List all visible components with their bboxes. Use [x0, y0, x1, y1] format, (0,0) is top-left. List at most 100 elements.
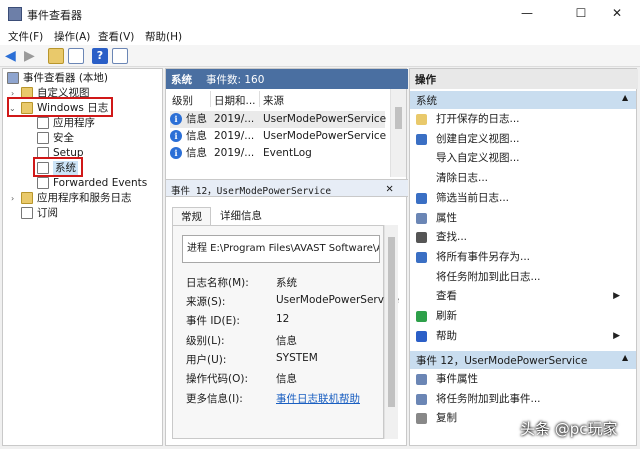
highlight-box-windows-logs — [7, 97, 113, 117]
action-item[interactable]: 打开保存的日志... — [410, 110, 636, 130]
action-label: 复制 — [436, 412, 457, 425]
panel-icon[interactable] — [68, 48, 84, 64]
tree-item-security[interactable]: 安全 — [3, 131, 161, 146]
action-item[interactable]: 将所有事件另存为... — [410, 248, 636, 268]
action-label: 刷新 — [436, 310, 457, 322]
field-value-opcode: 信息 — [276, 373, 297, 385]
close-icon[interactable]: ✕ — [386, 181, 393, 195]
field-value-log-name: 系统 — [276, 277, 297, 289]
action-item[interactable]: 将任务附加到此事件... — [410, 390, 636, 410]
column-header-source[interactable]: 来源 — [263, 93, 284, 108]
tree-label-security: 安全 — [53, 132, 74, 144]
actions-section-event[interactable]: 事件 12，UserModePowerService ▲ — [410, 351, 636, 369]
minimize-button[interactable]: — — [504, 0, 550, 27]
event-log-online-help-link[interactable]: 事件日志联机帮助 — [276, 391, 360, 406]
event-source: EventLog — [263, 147, 312, 159]
menu-file[interactable]: 文件(F) — [8, 29, 43, 44]
save-icon — [416, 251, 427, 263]
column-header-date[interactable]: 日期和... — [214, 93, 256, 108]
forward-arrow-icon[interactable]: ▶ — [24, 49, 38, 63]
event-date: 2019/... — [214, 130, 255, 142]
properties-icon — [416, 374, 427, 385]
tab-details[interactable]: 详细信息 — [212, 207, 270, 225]
tree-item-root[interactable]: 事件查看器 (本地) — [3, 71, 161, 86]
task-icon — [416, 393, 427, 405]
column-divider — [210, 91, 211, 107]
action-item[interactable]: 筛选当前日志... — [410, 189, 636, 209]
folder-icon[interactable] — [48, 48, 64, 64]
action-item[interactable]: 将任务附加到此日志... — [410, 268, 636, 288]
event-viewer-app-icon — [8, 7, 22, 21]
tree-item-forwarded-events[interactable]: Forwarded Events — [3, 176, 161, 191]
menu-action[interactable]: 操作(A) — [54, 29, 90, 44]
event-list-scrollbar[interactable] — [390, 89, 406, 177]
field-label-event-id: 事件 ID(E): — [186, 315, 240, 327]
find-icon — [416, 232, 427, 244]
action-item[interactable]: 刷新 — [410, 307, 636, 327]
action-item[interactable]: 导入自定义视图... — [410, 149, 636, 169]
info-icon: i — [170, 130, 182, 142]
action-label: 事件属性 — [436, 373, 478, 385]
field-label-level: 级别(L): — [186, 335, 225, 347]
action-item[interactable]: 创建自定义视图... — [410, 130, 636, 150]
event-level: 信息 — [186, 130, 207, 142]
expand-arrow-icon[interactable]: › — [11, 191, 19, 206]
help-icon[interactable]: ? — [92, 48, 108, 64]
tree-item-apps-services[interactable]: › 应用程序和服务日志 — [3, 191, 161, 206]
log-icon — [37, 132, 49, 144]
event-detail-title: 事件 12，UserModePowerService — [171, 186, 332, 197]
window-title: 事件查看器 — [27, 9, 82, 22]
event-row[interactable]: i 信息 2019/... UserModePowerService — [170, 128, 386, 145]
action-label: 将任务附加到此日志... — [436, 270, 541, 283]
scrollbar-thumb[interactable] — [395, 107, 402, 129]
tree-label-forwarded-events: Forwarded Events — [53, 177, 148, 189]
show-pane-icon[interactable] — [112, 48, 128, 64]
filter-icon — [416, 192, 427, 204]
close-button[interactable]: ✕ — [594, 0, 640, 27]
tab-general[interactable]: 常规 — [172, 207, 211, 225]
menu-help[interactable]: 帮助(H) — [145, 29, 182, 44]
tree-item-subscriptions[interactable]: 订阅 — [3, 206, 161, 221]
action-item[interactable]: 属性 — [410, 209, 636, 229]
scrollbar-thumb[interactable] — [388, 237, 395, 407]
field-value-source: UserModePowerService — [276, 294, 400, 306]
subscription-icon — [21, 207, 33, 219]
action-label: 属性 — [436, 211, 457, 224]
action-item[interactable]: 查看 ▶ — [410, 287, 636, 307]
action-item[interactable]: 事件属性 — [410, 370, 636, 390]
back-arrow-icon[interactable]: ◀ — [5, 49, 19, 63]
action-label: 帮助 — [436, 329, 457, 342]
filter-icon — [416, 133, 427, 145]
actions-section-label: 事件 12，UserModePowerService — [416, 355, 588, 367]
column-header-level[interactable]: 级别 — [172, 93, 193, 108]
collapse-arrow-icon[interactable]: ▲ — [622, 353, 628, 362]
event-source: UserModePowerService — [263, 113, 387, 125]
action-label: 将任务附加到此事件... — [436, 392, 541, 405]
tree-item-application[interactable]: 应用程序 — [3, 116, 161, 131]
field-label-user: 用户(U): — [186, 354, 227, 366]
navigation-tree: 事件查看器 (本地) › 自定义视图 ⌄ Windows 日志 应用程序 安全 … — [2, 68, 163, 446]
event-row[interactable]: i 信息 2019/... EventLog — [170, 145, 385, 162]
collapse-arrow-icon[interactable]: ▲ — [622, 93, 628, 102]
watermark: 头条 @pc玩家 — [520, 420, 618, 438]
action-label: 导入自定义视图... — [436, 152, 520, 165]
event-date: 2019/... — [214, 147, 255, 159]
log-header: 系统 事件数: 160 — [166, 69, 408, 89]
actions-section-system[interactable]: 系统 ▲ — [410, 91, 636, 109]
copy-icon — [416, 413, 427, 425]
menu-view[interactable]: 查看(V) — [98, 29, 134, 44]
log-name: 系统 — [171, 74, 192, 86]
submenu-arrow-icon: ▶ — [613, 291, 620, 302]
action-item[interactable]: 查找... — [410, 228, 636, 248]
info-icon: i — [170, 147, 182, 159]
event-description[interactable]: 进程 E:\Program Files\AVAST Software\A — [182, 235, 380, 263]
detail-scrollbar[interactable] — [384, 225, 398, 439]
action-item[interactable]: 帮助 ▶ — [410, 327, 636, 347]
properties-icon — [416, 212, 427, 224]
action-label: 查看 — [436, 290, 457, 303]
event-row[interactable]: i 信息 2019/... UserModePowerService — [170, 111, 387, 128]
action-label: 清除日志... — [436, 172, 489, 185]
action-item[interactable]: 清除日志... — [410, 169, 636, 189]
field-label-log-name: 日志名称(M): — [186, 277, 249, 289]
tree-label-subscriptions: 订阅 — [37, 207, 58, 219]
